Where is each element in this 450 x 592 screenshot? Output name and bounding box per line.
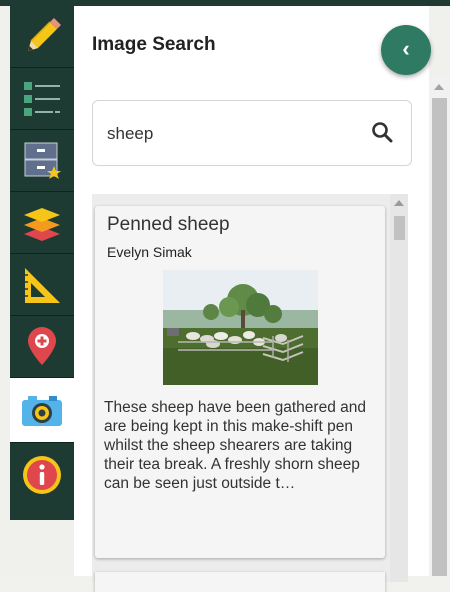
result-description: These sheep have been gathered and are b…: [104, 399, 366, 492]
measure-ruler-icon: [25, 267, 60, 303]
left-toolbar: [10, 6, 74, 520]
search-input[interactable]: [105, 121, 359, 147]
result-thumbnail[interactable]: [163, 270, 318, 385]
layers-tool-button[interactable]: [10, 192, 74, 254]
scroll-up-arrow-icon[interactable]: [434, 84, 444, 90]
measure-tool-button[interactable]: [10, 254, 74, 316]
image-search-panel: Image Search Penned sheep Evelyn Simak: [74, 6, 431, 592]
chevron-left-icon: ‹: [402, 36, 410, 61]
draw-tool-button[interactable]: [10, 6, 74, 68]
scroll-up-arrow-icon[interactable]: [394, 200, 404, 206]
saved-maps-tool-button[interactable]: [10, 130, 74, 192]
image-search-tool-button[interactable]: [10, 378, 74, 443]
pencil-icon: [28, 17, 61, 51]
result-author: Evelyn Simak: [107, 244, 192, 260]
sheep-photo: [163, 270, 318, 385]
info-tool-button[interactable]: [10, 443, 74, 507]
scrollbar-thumb[interactable]: [394, 216, 405, 240]
panel-title: Image Search: [92, 34, 216, 55]
results-scrollbar[interactable]: [390, 194, 408, 582]
scrollbar-thumb[interactable]: [432, 98, 447, 576]
location-tool-button[interactable]: [10, 316, 74, 378]
result-card[interactable]: Penned sheep Evelyn Simak These sheep ha…: [95, 206, 385, 558]
search-icon[interactable]: [371, 121, 393, 143]
search-box: [92, 100, 412, 166]
layers-icon: [24, 207, 60, 241]
legend-list-icon: [24, 81, 60, 116]
camera-icon: [22, 396, 62, 426]
panel-scrollbar[interactable]: [429, 76, 450, 576]
location-pin-icon: [28, 326, 56, 365]
saved-maps-icon: [24, 142, 61, 179]
result-card[interactable]: [95, 572, 385, 592]
legend-tool-button[interactable]: [10, 68, 74, 130]
collapse-panel-button[interactable]: ‹: [381, 25, 431, 75]
result-title: Penned sheep: [107, 214, 230, 235]
info-icon: [23, 456, 61, 494]
